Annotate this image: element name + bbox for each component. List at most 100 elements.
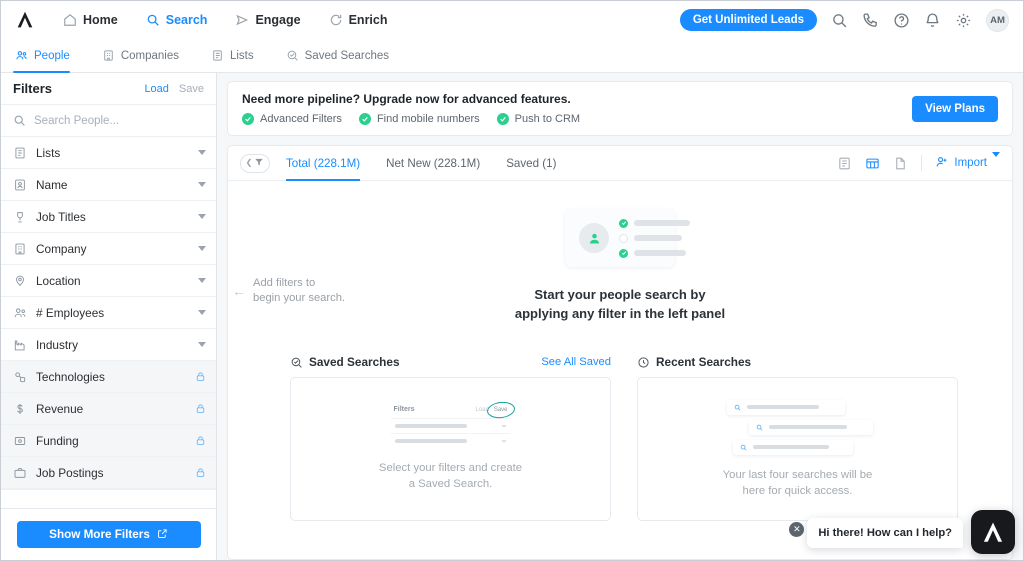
bottom-cards: Saved Searches See All Saved Filters Loa… — [290, 355, 958, 521]
search-icon — [756, 424, 763, 431]
file-view-icon[interactable] — [893, 156, 908, 171]
results-tab-total[interactable]: Total (228.1M) — [286, 146, 361, 181]
list-view-icon[interactable] — [837, 156, 852, 171]
tab-companies[interactable]: Companies — [100, 39, 193, 73]
search-people-field[interactable] — [1, 105, 216, 137]
apollo-search-app: Home Search Engage Enrich Get Unlimited … — [0, 0, 1024, 561]
save-filters-link[interactable]: Save — [179, 83, 204, 95]
results-tab-net-new[interactable]: Net New (228.1M) — [386, 146, 480, 181]
bell-icon[interactable] — [924, 12, 941, 29]
filter-label: Funding — [36, 433, 79, 448]
close-icon[interactable]: ✕ — [789, 522, 805, 537]
get-unlimited-leads-button[interactable]: Get Unlimited Leads — [679, 9, 817, 31]
filter-num-employees[interactable]: # Employees — [1, 297, 216, 329]
filter-company[interactable]: Company — [1, 233, 216, 265]
chevron-down-icon[interactable] — [198, 214, 206, 219]
phone-icon[interactable] — [862, 12, 879, 29]
upgrade-banner-text: Need more pipeline? Upgrade now for adva… — [242, 92, 912, 125]
results-tab-saved[interactable]: Saved (1) — [506, 146, 556, 181]
filter-label: Name — [36, 177, 68, 192]
results-toolbar: ❮ Total (228.1M) Net New (228.1M) Saved … — [228, 146, 1012, 181]
external-link-icon — [157, 528, 168, 542]
chevron-down-icon[interactable] — [198, 310, 206, 315]
list-icon — [13, 146, 27, 160]
saved-searches-card: Filters Load Save Select your filters an… — [290, 377, 611, 521]
empty-state-illustration — [565, 209, 690, 267]
tab-saved-searches[interactable]: Saved Searches — [284, 39, 403, 73]
list-icon — [211, 49, 224, 62]
caption-line-1: Select your filters and create — [378, 462, 523, 474]
feature-item: Find mobile numbers — [358, 113, 480, 125]
briefcase-icon — [13, 466, 27, 480]
table-view-icon[interactable] — [865, 156, 880, 171]
avatar[interactable]: AM — [986, 8, 1009, 32]
saved-searches-illustration: Filters Load Save — [390, 399, 516, 448]
mini-filter-row — [390, 418, 511, 433]
tab-label-lists: Lists — [229, 49, 254, 62]
filter-job-titles[interactable]: Job Titles — [1, 201, 216, 233]
load-filters-link[interactable]: Load — [144, 83, 168, 95]
saved-searches-section: Saved Searches See All Saved Filters Loa… — [290, 355, 611, 521]
show-more-filters-button[interactable]: Show More Filters — [16, 521, 201, 548]
sidebar-footer: Show More Filters — [1, 508, 216, 560]
chat-launcher-button[interactable] — [971, 510, 1015, 554]
chat-message-bubble[interactable]: Hi there! How can I help? — [807, 518, 963, 548]
feature-label: Advanced Filters — [260, 113, 342, 125]
tab-lists[interactable]: Lists — [209, 39, 268, 73]
filter-label: Lists — [36, 145, 61, 160]
placeholder-bar — [634, 235, 682, 241]
recent-searches-illustration — [723, 399, 873, 455]
collapse-filters-button[interactable]: ❮ — [240, 153, 270, 173]
clock-history-icon — [637, 356, 650, 369]
search-icon — [146, 13, 160, 27]
empty-circle-icon — [619, 233, 628, 243]
filter-funding[interactable]: Funding — [1, 425, 216, 457]
filter-name[interactable]: Name — [1, 169, 216, 201]
results-view-tools: Import — [837, 152, 1000, 172]
caption-line-1: Your last four searches will be — [722, 468, 873, 481]
results-panel: ❮ Total (228.1M) Net New (228.1M) Saved … — [227, 145, 1013, 560]
chevron-down-icon[interactable] — [198, 278, 206, 283]
apollo-logo[interactable] — [13, 8, 37, 32]
nav-label-enrich: Enrich — [348, 13, 388, 27]
pin-icon — [13, 274, 27, 288]
illustration-row — [619, 233, 690, 243]
apollo-logo — [983, 522, 1003, 542]
chevron-down-icon[interactable] — [198, 342, 206, 347]
building-icon — [102, 49, 115, 62]
recent-searches-card: Your last four searches will be here for… — [637, 377, 958, 521]
empty-state-text: Start your people search by applying any… — [515, 285, 725, 323]
illustration-row — [619, 248, 690, 258]
nav-item-enrich[interactable]: Enrich — [317, 1, 400, 39]
see-all-saved-link[interactable]: See All Saved — [541, 356, 611, 368]
nav-item-engage[interactable]: Engage — [223, 1, 312, 39]
filter-job-postings[interactable]: Job Postings — [1, 457, 216, 489]
import-button[interactable]: Import — [935, 152, 1000, 172]
tab-people[interactable]: People — [13, 39, 84, 73]
search-icon[interactable] — [831, 12, 848, 29]
filter-lists[interactable]: Lists — [1, 137, 216, 169]
filter-industry[interactable]: Industry — [1, 329, 216, 361]
lock-icon — [195, 466, 206, 479]
nav-label-home: Home — [83, 13, 118, 27]
search-input[interactable] — [34, 114, 204, 127]
help-icon[interactable] — [893, 12, 910, 29]
filter-label: Job Postings — [36, 465, 104, 480]
view-plans-button[interactable]: View Plans — [912, 95, 998, 122]
chevron-down-icon[interactable] — [198, 182, 206, 187]
recent-searches-title: Recent Searches — [656, 355, 752, 369]
caption-line-2: a Saved Search. — [408, 478, 493, 490]
placeholder-bar — [394, 439, 467, 443]
gear-icon[interactable] — [955, 12, 972, 29]
empty-line-1: Start your people search by — [534, 287, 706, 302]
saved-searches-header: Saved Searches See All Saved — [290, 355, 611, 369]
show-more-filters-label: Show More Filters — [49, 528, 150, 541]
filter-location[interactable]: Location — [1, 265, 216, 297]
check-icon — [619, 248, 628, 258]
filter-technologies[interactable]: Technologies — [1, 361, 216, 393]
filter-revenue[interactable]: Revenue — [1, 393, 216, 425]
nav-item-home[interactable]: Home — [51, 1, 130, 39]
chevron-down-icon[interactable] — [198, 150, 206, 155]
nav-item-search[interactable]: Search — [133, 1, 220, 39]
chevron-down-icon[interactable] — [198, 246, 206, 251]
